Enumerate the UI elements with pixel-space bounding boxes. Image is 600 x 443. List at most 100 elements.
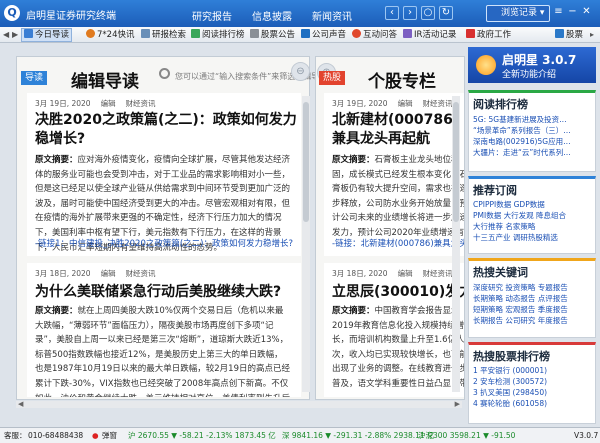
article-date: 3月 18日, 2020 [332, 269, 388, 278]
keyword-link[interactable]: 短期策略 [473, 305, 503, 314]
recommend-link[interactable]: PMI数据 [473, 211, 501, 220]
title-bar: Q 启明星证券研究终端 研究报告 信息披露 新闻资讯 ‹ › ○ ↻ 浏览记录 … [0, 0, 600, 27]
keyword-link[interactable]: 长期策略 [473, 294, 503, 303]
back-icon[interactable]: ‹ [385, 6, 399, 20]
recommend-box: 推荐订阅 CPIPPI数据 GDP数据 PMI数据 大行发观 降息组合 大行推荐… [468, 176, 596, 254]
scroll-left-icon[interactable]: ◀ [18, 400, 23, 408]
tab-qa[interactable]: 互动问答 [352, 28, 397, 42]
nav-news[interactable]: 新闻资讯 [312, 8, 352, 23]
tab-company-voice[interactable]: 公司声音 [301, 28, 346, 42]
reading-rank-box: 阅读排行榜 5G: 5G基建新进展及投资… “场景革命”系列报告（三）… 深南电… [468, 90, 596, 172]
ticker-dot-icon: ● [92, 431, 99, 440]
panel-title: 编辑导读 [71, 72, 139, 92]
scroll-right-icon[interactable]: ▶ [455, 400, 460, 408]
article-title[interactable]: 决胜2020之政策篇(之二)：政策如何发力稳增长? [35, 111, 297, 149]
keyword-row: 深度研究 投资策略 专题报告 [473, 282, 568, 293]
recommend-row: 大行推荐 名家策略 [473, 221, 535, 232]
quote-hs300[interactable]: 沪深300 3598.21 ▼ -91.50 [418, 428, 515, 443]
article-date: 3月 19日, 2020 [35, 99, 91, 108]
rank-item[interactable]: 5G: 5G基建新进展及投资… [473, 114, 567, 125]
article-title[interactable]: 立思辰(300010)发力优 [332, 283, 464, 302]
tab-reading-rank[interactable]: 阅读排行榜 [191, 28, 245, 42]
hot-stocks-box: 热搜股票排行榜 1 平安银行 (000001) 2 安车检测 (300572) … [468, 342, 596, 424]
horizontal-scrollbar[interactable]: ◀ ▶ [16, 400, 462, 408]
version-promo-banner[interactable]: 启明星 3.0.7 全新功能介绍 [468, 47, 596, 83]
stock-item[interactable]: 1 平安银行 (000001) [473, 365, 547, 376]
tab-label: 阅读排行榜 [202, 30, 245, 40]
tab-ir-activity[interactable]: IR活动记录 [403, 28, 456, 42]
stock-item[interactable]: 3 扒叉美国 (298450) [473, 387, 547, 398]
history-button[interactable]: 浏览记录 ▾ [486, 5, 550, 22]
prev-page-icon[interactable]: ⊖ [291, 62, 310, 81]
stock-item[interactable]: 2 安车检测 (300572) [473, 376, 547, 387]
quote-sh[interactable]: 沪 2670.55 ▼ -58.21 -2.13% 1873.45 亿 [128, 428, 276, 443]
article-card[interactable]: 3月 19日, 2020 编辑 财经资讯 决胜2020之政策篇(之二)：政策如何发力… [27, 93, 301, 256]
search-icon[interactable]: ○ [421, 6, 435, 20]
scroll-thumb[interactable] [303, 102, 309, 222]
tab-stock[interactable]: 股票 [555, 28, 583, 42]
keyword-link[interactable]: 投资策略 [505, 283, 535, 292]
scroll-thumb[interactable] [453, 102, 459, 222]
panel-badge: 热股 [319, 71, 346, 85]
tab-flash-news[interactable]: 7*24快讯 [86, 28, 134, 42]
right-vertical-scrollbar[interactable] [452, 96, 460, 392]
tab-report-search[interactable]: 研报检索 [141, 28, 186, 42]
abstract-text: 石膏板主业龙头地位稳固，成长模式已经发生根本变化，石膏板仍有较大提升空间，需求也… [332, 155, 465, 238]
tab-gov-work[interactable]: 政府工作 [466, 28, 511, 42]
article-meta: 3月 18日, 2020 编辑 财经资讯 [332, 268, 463, 279]
keyword-link[interactable]: 专题报告 [538, 283, 568, 292]
menu-icon[interactable]: ≡ [552, 5, 565, 19]
left-vertical-scrollbar[interactable] [302, 96, 310, 392]
keyword-link[interactable]: 年度报告 [538, 316, 568, 325]
keyword-link[interactable]: 动态报告 [505, 294, 535, 303]
stock-item[interactable]: 4 赛轮轮胎 (601058) [473, 398, 547, 409]
keyword-link[interactable]: 季度报告 [538, 305, 568, 314]
article-card[interactable]: 3月 18日, 2020 编辑 财经资讯 为什么美联储紧急行动后美股继续大跌? 原文… [27, 263, 301, 397]
article-card[interactable]: 3月 19日, 2020 编辑 财经资讯 北新建材(000786)兼具龙头再起航 原… [324, 93, 465, 256]
minimize-icon[interactable]: − [566, 5, 579, 19]
keyword-link[interactable]: 点评报告 [538, 294, 568, 303]
toolbar-prev-icon[interactable]: ◀ [3, 28, 9, 42]
recommend-title: 推荐订阅 [473, 184, 517, 197]
recommend-link[interactable]: 调研热股精选 [513, 233, 558, 242]
article-link[interactable]: -链接：北新建材(000786)兼具龙头… [332, 238, 464, 251]
article-card[interactable]: 3月 18日, 2020 编辑财经资讯 立思辰(300010)发力优 原文摘要：中… [324, 263, 464, 397]
search-icon[interactable] [159, 68, 170, 79]
abstract-label: 原文摘要： [332, 306, 375, 316]
keyword-link[interactable]: 长期报告 [473, 316, 503, 325]
tab-stock-notice[interactable]: 股票公告 [250, 28, 295, 42]
keyword-row: 长期报告 公司研究 年度报告 [473, 315, 568, 326]
toolbar-next-icon[interactable]: ▶ [12, 28, 18, 42]
article-title[interactable]: 北新建材(000786)兼具龙头再起航 [332, 111, 464, 149]
hot-keywords-box: 热搜关键词 深度研究 投资策略 专题报告 长期策略 动态报告 点评报告 短期策略… [468, 258, 596, 338]
keyword-link[interactable]: 深度研究 [473, 283, 503, 292]
popup-toggle[interactable]: 弹窗 [102, 428, 117, 443]
recommend-link[interactable]: 大行发观 [504, 211, 534, 220]
editor-guide-panel: 导读 编辑导读 您可以通过“输入搜索条件”来筛选编辑导读内容 3月 19日, 2… [16, 56, 343, 400]
tab-label: 7*24快讯 [97, 30, 135, 40]
recommend-link[interactable]: GDP数据 [514, 200, 545, 209]
article-link[interactable]: -链接1：中信建投_决胜2020之政策篇(之二)：政策如何发力稳增长? [35, 238, 293, 251]
tab-today-guide[interactable]: 今日导读 [21, 28, 73, 42]
recommend-link[interactable]: CPIPPI数据 [473, 200, 511, 209]
refresh-icon[interactable]: ↻ [439, 6, 453, 20]
nav-disclosure[interactable]: 信息披露 [252, 8, 292, 23]
quote-sz[interactable]: 深 9841.16 ▼ -291.31 -2.88% 2938.11 亿 [282, 428, 435, 443]
rank-item[interactable]: 大疆片：走进“云”时代系列… [473, 147, 571, 158]
nav-research-reports[interactable]: 研究报告 [192, 8, 232, 23]
toolbar-more-icon[interactable]: ▸ [590, 28, 594, 42]
keyword-link[interactable]: 公司研究 [505, 316, 535, 325]
close-icon[interactable]: ✕ [580, 5, 593, 19]
rank-item[interactable]: 深南电路(002916)5G应用… [473, 136, 571, 147]
recommend-link[interactable]: 大行推荐 [473, 222, 503, 231]
article-title[interactable]: 为什么美联储紧急行动后美股继续大跌? [35, 283, 297, 302]
keyword-row: 长期策略 动态报告 点评报告 [473, 293, 568, 304]
recommend-link[interactable]: 十三五产业 [473, 233, 511, 242]
recommend-link[interactable]: 降息组合 [536, 211, 566, 220]
recommend-link[interactable]: 名家策略 [505, 222, 535, 231]
keyword-link[interactable]: 宏观报告 [505, 305, 535, 314]
article-meta: 3月 18日, 2020 编辑 财经资讯 [35, 268, 166, 279]
rank-item[interactable]: “场景革命”系列报告（三）… [473, 125, 571, 136]
article-meta: 3月 19日, 2020 编辑 财经资讯 [35, 98, 166, 109]
forward-icon[interactable]: › [403, 6, 417, 20]
